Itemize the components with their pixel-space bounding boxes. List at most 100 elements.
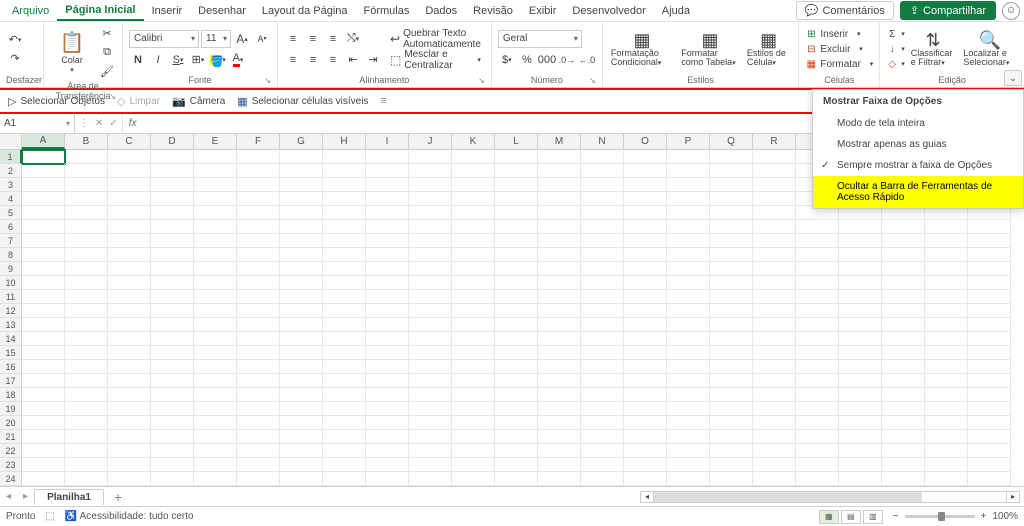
cell[interactable] xyxy=(366,290,409,304)
cell[interactable] xyxy=(968,374,1011,388)
delete-cells-button[interactable]: ⊟Excluir ▾ xyxy=(805,42,873,56)
cell[interactable] xyxy=(151,178,194,192)
cell[interactable] xyxy=(581,290,624,304)
conditional-formatting-button[interactable]: ▦Formatação Condicional▾ xyxy=(609,31,675,67)
row-header[interactable]: 16 xyxy=(0,360,22,374)
cell-styles-button[interactable]: ▦Estilos de Célula▾ xyxy=(745,31,793,67)
cell[interactable] xyxy=(22,192,65,206)
zoom-in-button[interactable]: + xyxy=(981,511,987,522)
decrease-decimal-button[interactable]: ←.0 xyxy=(578,51,596,69)
cell[interactable] xyxy=(624,150,667,164)
cell[interactable] xyxy=(452,206,495,220)
cell[interactable] xyxy=(366,192,409,206)
cell[interactable] xyxy=(280,164,323,178)
cell[interactable] xyxy=(538,248,581,262)
cell[interactable] xyxy=(194,178,237,192)
view-pagelayout-button[interactable]: ▤ xyxy=(841,510,861,524)
cell[interactable] xyxy=(839,332,882,346)
cell[interactable] xyxy=(108,402,151,416)
ribbon-menu-item[interactable]: Mostrar apenas as guias xyxy=(813,134,1023,155)
cell[interactable] xyxy=(108,416,151,430)
cell[interactable] xyxy=(796,318,839,332)
cell[interactable] xyxy=(151,164,194,178)
cell[interactable] xyxy=(796,472,839,486)
cell[interactable] xyxy=(581,192,624,206)
cell[interactable] xyxy=(925,444,968,458)
cell[interactable] xyxy=(624,458,667,472)
row-header[interactable]: 4 xyxy=(0,192,22,206)
cell[interactable] xyxy=(882,458,925,472)
cell[interactable] xyxy=(667,416,710,430)
paste-button[interactable]: 📋 Colar▾ xyxy=(50,28,94,76)
cell[interactable] xyxy=(237,346,280,360)
cell[interactable] xyxy=(796,402,839,416)
cell[interactable] xyxy=(538,402,581,416)
cell[interactable] xyxy=(280,150,323,164)
cell[interactable] xyxy=(237,220,280,234)
cell[interactable] xyxy=(280,192,323,206)
insert-cells-button[interactable]: ⊞Inserir ▾ xyxy=(805,27,873,41)
cell[interactable] xyxy=(280,332,323,346)
cell[interactable] xyxy=(624,472,667,486)
cut-button[interactable]: ✂ xyxy=(98,24,116,42)
cell[interactable] xyxy=(280,346,323,360)
cell[interactable] xyxy=(409,220,452,234)
find-select-button[interactable]: 🔍Localizar e Selecionar▾ xyxy=(961,31,1018,67)
cell[interactable] xyxy=(624,262,667,276)
cell[interactable] xyxy=(409,234,452,248)
tab-formulas[interactable]: Fórmulas xyxy=(356,2,418,20)
cell[interactable] xyxy=(968,388,1011,402)
cell[interactable] xyxy=(366,402,409,416)
cell[interactable] xyxy=(538,430,581,444)
cell[interactable] xyxy=(65,346,108,360)
cell[interactable] xyxy=(538,290,581,304)
cell[interactable] xyxy=(839,458,882,472)
cell[interactable] xyxy=(624,290,667,304)
column-header[interactable]: H xyxy=(323,134,366,149)
cell[interactable] xyxy=(194,150,237,164)
cell[interactable] xyxy=(968,248,1011,262)
cell[interactable] xyxy=(495,276,538,290)
cell[interactable] xyxy=(151,416,194,430)
cell[interactable] xyxy=(409,150,452,164)
cell[interactable] xyxy=(839,472,882,486)
cell[interactable] xyxy=(968,304,1011,318)
cell[interactable] xyxy=(194,304,237,318)
borders-button[interactable]: ⊞▾ xyxy=(189,51,207,69)
cell[interactable] xyxy=(237,150,280,164)
cell[interactable] xyxy=(194,430,237,444)
cell[interactable] xyxy=(925,234,968,248)
qat-clear[interactable]: ◇Limpar xyxy=(117,95,160,108)
comments-button[interactable]: 💬Comentários xyxy=(796,1,894,20)
cell[interactable] xyxy=(22,472,65,486)
cell[interactable] xyxy=(753,318,796,332)
cell[interactable] xyxy=(409,416,452,430)
cell[interactable] xyxy=(323,206,366,220)
cell[interactable] xyxy=(710,304,753,318)
cell[interactable] xyxy=(925,388,968,402)
sheet-nav-next[interactable]: ▸ xyxy=(17,491,34,502)
cell[interactable] xyxy=(323,234,366,248)
cell[interactable] xyxy=(753,472,796,486)
cell[interactable] xyxy=(323,444,366,458)
cell[interactable] xyxy=(882,388,925,402)
cell[interactable] xyxy=(667,346,710,360)
cell[interactable] xyxy=(65,318,108,332)
cell[interactable] xyxy=(323,374,366,388)
cell[interactable] xyxy=(968,220,1011,234)
cell[interactable] xyxy=(280,248,323,262)
cell[interactable] xyxy=(624,276,667,290)
cell[interactable] xyxy=(839,416,882,430)
cell[interactable] xyxy=(65,304,108,318)
cell[interactable] xyxy=(65,290,108,304)
cell[interactable] xyxy=(409,388,452,402)
cell[interactable] xyxy=(108,248,151,262)
cell[interactable] xyxy=(667,360,710,374)
cell[interactable] xyxy=(667,458,710,472)
cell[interactable] xyxy=(710,276,753,290)
row-header[interactable]: 20 xyxy=(0,416,22,430)
cell[interactable] xyxy=(538,360,581,374)
cell[interactable] xyxy=(108,234,151,248)
cell[interactable] xyxy=(753,220,796,234)
cell[interactable] xyxy=(796,458,839,472)
